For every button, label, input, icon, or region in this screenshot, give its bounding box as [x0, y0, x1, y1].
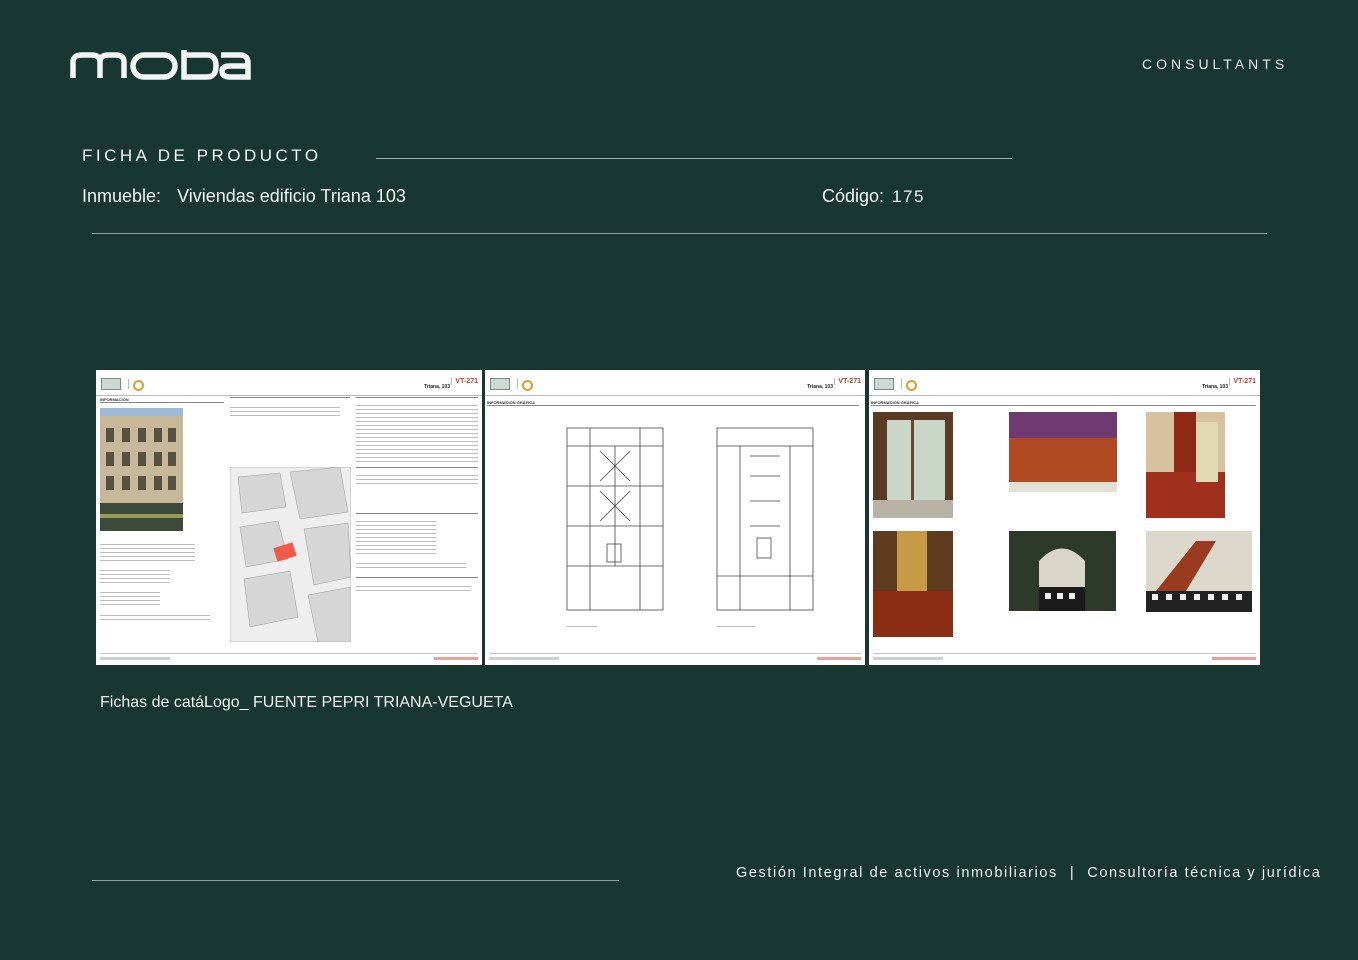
sheet-footer: [100, 653, 478, 661]
sheet-address: Triana, 103: [1202, 384, 1228, 390]
moba-logo: [70, 50, 251, 80]
interior-photo: [1146, 412, 1225, 518]
proteccion-text: [356, 521, 436, 557]
descripcion-text: [356, 405, 478, 463]
directrices-heading: [356, 577, 478, 578]
descripcion-heading: [356, 397, 478, 398]
catalog-sheet-1: Triana, 103 VT-271 INFORMACIÓN: [96, 370, 482, 665]
interior-photo: [1009, 531, 1116, 611]
catalog-sheet-2: Triana, 103 VT-271 INFORMACIÓN GRÁFICA: [485, 370, 865, 665]
proteccion-heading: [356, 513, 478, 514]
situacion-text: [230, 407, 340, 417]
emblem-icon: [101, 378, 121, 390]
geursa-logo-icon: [901, 379, 931, 391]
info-text-block: [100, 544, 195, 564]
sheet-address: Triana, 103: [807, 384, 833, 390]
sheet-section-title: INFORMACIÓN GRÁFICA: [871, 400, 1256, 406]
sheet-header: Triana, 103 VT-271: [485, 370, 865, 396]
location-map: [230, 467, 351, 642]
sheet-code: VT-271: [1229, 378, 1256, 385]
proteccion-text: [356, 563, 466, 568]
geursa-logo-icon: [128, 379, 158, 391]
title-divider: [376, 158, 1012, 159]
floor-plan-second: [716, 427, 814, 611]
sheet-section-title: INFORMACIÓN GRÁFICA: [487, 400, 859, 406]
plan-label: [717, 626, 755, 629]
sheet-code: VT-271: [834, 378, 861, 385]
info-text-block: [100, 570, 170, 584]
sheet-footer: [873, 653, 1256, 661]
valoracion-heading: [356, 467, 478, 468]
footer-tagline: Gestión Integral de activos inmobiliario…: [736, 865, 1321, 881]
valoracion-text: [356, 475, 478, 485]
sheet-address: Triana, 103: [424, 384, 450, 390]
sheet-section-title: INFORMACIÓN: [100, 397, 224, 403]
sheets-caption: Fichas de catáLogo_ FUENTE PEPRI TRIANA-…: [100, 694, 513, 711]
code-value: 175: [892, 187, 925, 206]
property-label: Inmueble:: [82, 186, 162, 206]
footer-left-text: Gestión Integral de activos inmobiliario…: [736, 865, 1058, 881]
plan-label: [567, 626, 597, 629]
brand-tagline: CONSULTANTS: [1142, 56, 1289, 72]
situacion-heading: [230, 397, 350, 398]
interior-photo: [873, 531, 953, 637]
sheet-code: VT-271: [451, 378, 478, 385]
interior-photo: [1146, 531, 1252, 612]
property-row: Inmueble: Viviendas edificio Triana 103: [82, 186, 406, 207]
directrices-text: [356, 586, 471, 592]
sheet-header: Triana, 103 VT-271: [96, 370, 482, 396]
facade-photo: [100, 408, 183, 531]
footer-divider: [92, 880, 619, 881]
floor-plan-ground: [566, 427, 664, 611]
sheet-header: Triana, 103 VT-271: [869, 370, 1260, 396]
footer-right-text: Consultoría técnica y jurídica: [1087, 865, 1322, 881]
info-text-block: [100, 592, 160, 606]
code-row: Código: 175: [822, 186, 925, 207]
catalog-sheet-3: Triana, 103 VT-271 INFORMACIÓN GRÁFICA: [869, 370, 1260, 665]
catalog-sheets: Triana, 103 VT-271 INFORMACIÓN Triana, 1…: [96, 370, 1260, 666]
geursa-logo-icon: [517, 379, 547, 391]
sheet-footer: [489, 653, 861, 661]
page-title: FICHA DE PRODUCTO: [82, 146, 322, 165]
footer-separator: |: [1069, 865, 1076, 881]
property-name: Viviendas edificio Triana 103: [177, 186, 406, 206]
interior-photo: [1009, 412, 1117, 492]
emblem-icon: [874, 378, 894, 390]
code-label: Código:: [822, 186, 885, 206]
emblem-icon: [490, 378, 510, 390]
info-text-block: [100, 615, 210, 623]
interior-photo: [873, 412, 953, 518]
header-divider: [92, 233, 1267, 234]
